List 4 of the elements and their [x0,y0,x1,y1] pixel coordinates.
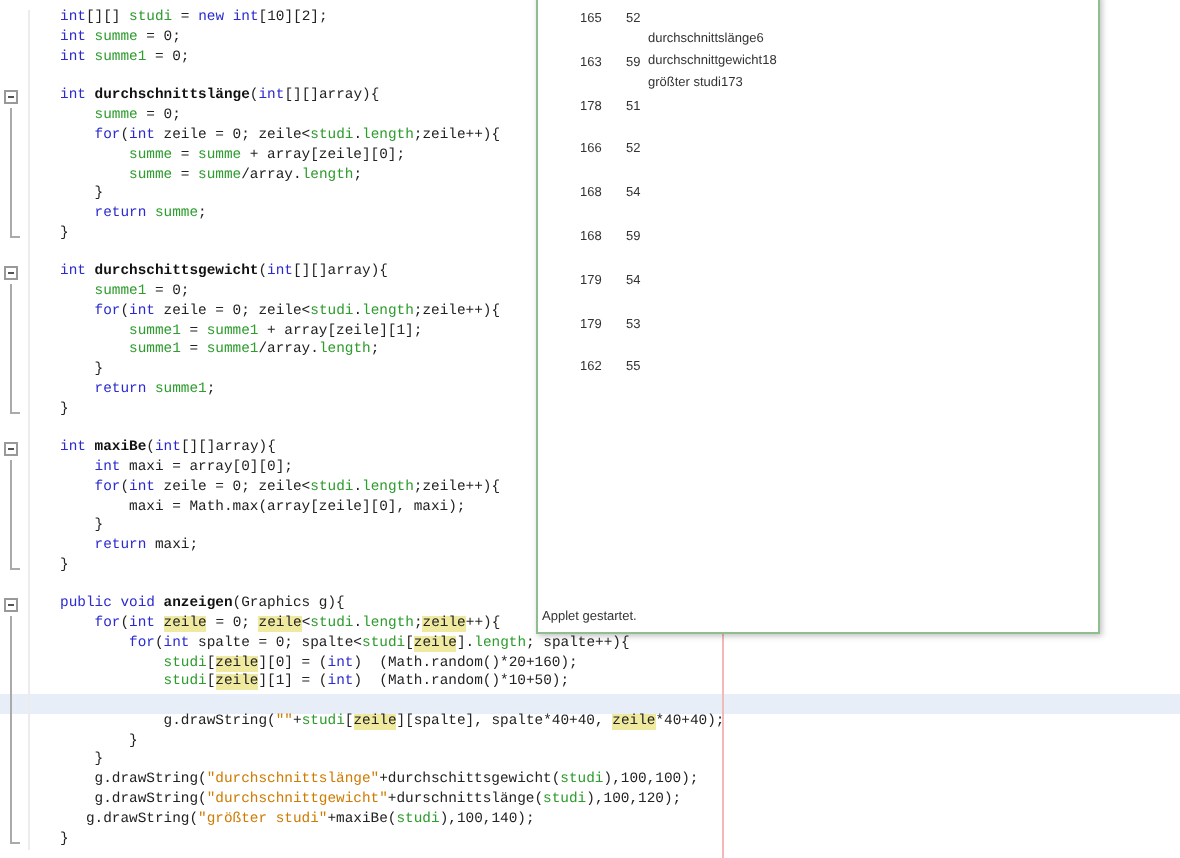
fold-toggle-icon[interactable] [4,90,18,105]
fold-toggle-icon[interactable] [4,265,18,280]
fold-toggle-icon[interactable] [4,441,18,456]
fold-toggle-icon[interactable] [4,597,18,612]
